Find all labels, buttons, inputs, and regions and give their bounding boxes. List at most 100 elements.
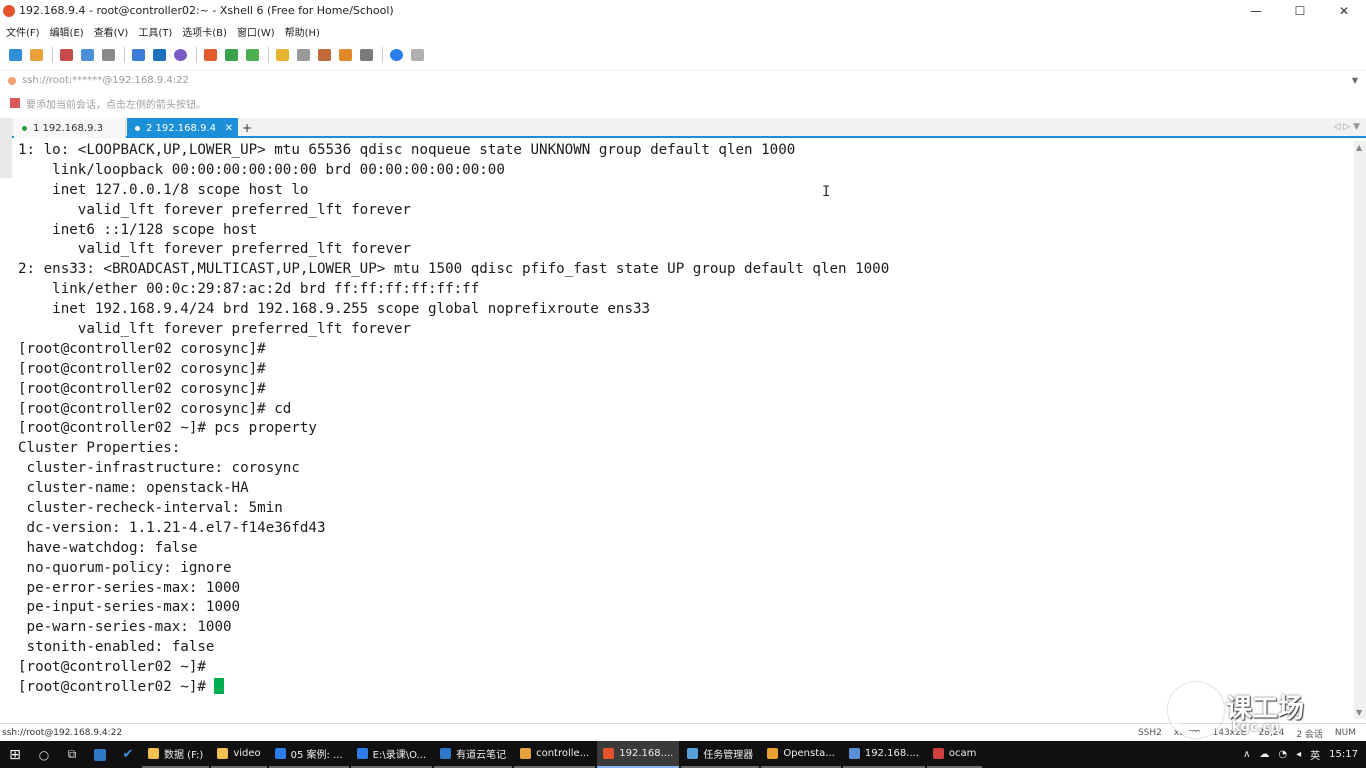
- menu-edit[interactable]: 编辑(E): [50, 24, 84, 39]
- properties-icon[interactable]: [99, 46, 117, 64]
- tab-session-2[interactable]: 2 192.168.9.4 ✕: [127, 118, 238, 138]
- address-dropdown-icon[interactable]: ▼: [1352, 76, 1358, 85]
- tab-label: 2 192.168.9.4: [146, 122, 216, 134]
- taskbar-app[interactable]: 05 案例: ...: [268, 741, 349, 768]
- tab-bar: 1 192.168.9.3 2 192.168.9.4 ✕ + ◁ ▷ ▼: [0, 118, 1366, 138]
- pinned-check-icon[interactable]: ✔: [114, 741, 142, 768]
- text-cursor-icon: I: [822, 184, 831, 200]
- terminal-line: inet 192.168.9.4/24 brd 192.168.9.255 sc…: [18, 301, 651, 318]
- clock[interactable]: 15:17: [1329, 749, 1358, 760]
- taskbar-app[interactable]: video: [211, 741, 267, 768]
- minimize-button[interactable]: —: [1234, 0, 1278, 21]
- status-protocol: SSH2: [1137, 728, 1162, 738]
- lock-icon[interactable]: [294, 46, 312, 64]
- hint-bar: 要添加当前会话，点击左侧的箭头按钮。: [0, 92, 1366, 114]
- terminal-line: have-watchdog: false: [18, 539, 198, 556]
- close-button[interactable]: ✕: [1322, 0, 1366, 21]
- toolbar-separator: [268, 47, 269, 63]
- terminal-line: [root@controller02 ~]#: [14, 678, 1352, 698]
- keyboard-icon[interactable]: [315, 46, 333, 64]
- new-session-icon[interactable]: [6, 46, 24, 64]
- menu-view[interactable]: 查看(V): [94, 24, 129, 39]
- taskbar-app-label: 05 案例: ...: [290, 750, 343, 761]
- menu-tools[interactable]: 工具(T): [138, 24, 172, 39]
- task-view-icon[interactable]: ⧉: [58, 741, 86, 768]
- xmanager-icon[interactable]: [243, 46, 261, 64]
- app-icon: [356, 748, 368, 759]
- taskbar-app[interactable]: 有道云笔记: [434, 741, 513, 768]
- status-bar: ssh://root@192.168.9.4:22 SSH2 xterm 143…: [0, 723, 1366, 741]
- input-method-icon[interactable]: 英: [1310, 747, 1320, 762]
- tab-nav-controls[interactable]: ◁ ▷ ▼: [1334, 122, 1361, 132]
- terminal-line: inet 127.0.0.1/8 scope host lo: [18, 181, 309, 198]
- status-connection: ssh://root@192.168.9.4:22: [2, 727, 123, 738]
- app-icon: [687, 748, 699, 759]
- taskbar-app[interactable]: controlle...: [514, 741, 596, 768]
- chat-icon[interactable]: [408, 46, 426, 64]
- globe-icon[interactable]: [171, 46, 189, 64]
- session-manager-strip[interactable]: [0, 118, 12, 178]
- tab-close-icon[interactable]: ✕: [225, 123, 233, 134]
- taskbar-app-label: 任务管理器: [703, 750, 754, 761]
- script-icon[interactable]: [201, 46, 219, 64]
- reconnect-icon[interactable]: [57, 46, 75, 64]
- app-icon: [520, 748, 532, 759]
- tab-session-1[interactable]: 1 192.168.9.3: [14, 118, 126, 138]
- terminal-line: [root@controller02 corosync]#: [18, 380, 266, 397]
- terminal-line: [root@controller02 corosync]#: [18, 360, 266, 377]
- disconnect-icon[interactable]: [78, 46, 96, 64]
- terminal-line: pe-error-series-max: 1000: [18, 579, 241, 596]
- taskbar-app[interactable]: 任务管理器: [681, 741, 760, 768]
- menu-tab[interactable]: 选项卡(B): [182, 24, 227, 39]
- toolbar-separator: [196, 47, 197, 63]
- terminal-line: cluster-infrastructure: corosync: [18, 460, 300, 477]
- terminal-line: stonith-enabled: false: [18, 639, 215, 656]
- scroll-up-icon[interactable]: ▲: [1356, 143, 1362, 152]
- taskbar-app-label: 192.168....: [619, 748, 674, 759]
- transfer-icon[interactable]: [150, 46, 168, 64]
- scroll-down-icon[interactable]: ▼: [1356, 708, 1362, 717]
- layout-icon[interactable]: [357, 46, 375, 64]
- taskbar-app-label: 192.168....: [864, 748, 919, 759]
- cloud-icon[interactable]: ☁: [1259, 749, 1269, 760]
- menu-file[interactable]: 文件(F): [6, 24, 40, 39]
- toolbar-separator: [52, 47, 53, 63]
- taskbar-app[interactable]: E:\录课\O...: [350, 741, 433, 768]
- taskbar-app[interactable]: 192.168....: [597, 741, 680, 768]
- menu-help[interactable]: 帮助(H): [285, 24, 320, 39]
- volume-icon[interactable]: ◂: [1296, 749, 1301, 760]
- search-icon[interactable]: ○: [30, 741, 58, 768]
- new-tab-button[interactable]: +: [240, 118, 254, 138]
- terminal-cursor: [214, 678, 225, 695]
- menu-window[interactable]: 窗口(W): [237, 24, 275, 39]
- app-icon: [603, 748, 615, 759]
- search-icon[interactable]: [129, 46, 147, 64]
- kgc-swirl-icon: [1168, 682, 1224, 738]
- app-icon: [440, 748, 452, 759]
- terminal-line: link/loopback 00:00:00:00:00:00 brd 00:0…: [18, 161, 505, 178]
- terminal-line: inet6 ::1/128 scope host: [18, 221, 258, 238]
- terminal-line: valid_lft forever preferred_lft forever: [18, 201, 411, 218]
- taskbar-app[interactable]: 数据 (F:): [142, 741, 210, 768]
- open-folder-icon[interactable]: [27, 46, 45, 64]
- windows-start-icon[interactable]: ⊞: [0, 741, 30, 768]
- wifi-icon[interactable]: ◔: [1278, 749, 1287, 760]
- terminal-line: [root@controller02 corosync]#: [18, 340, 266, 357]
- taskbar-app[interactable]: ocam: [926, 741, 983, 768]
- taskbar-app[interactable]: Opensta...: [761, 741, 841, 768]
- tray-expand-icon[interactable]: ∧: [1243, 749, 1250, 760]
- app-icon: [932, 748, 944, 759]
- toolbar: [0, 42, 1366, 68]
- compose-icon[interactable]: [336, 46, 354, 64]
- terminal-line: pe-input-series-max: 1000: [18, 599, 241, 616]
- taskbar-app[interactable]: 192.168....: [842, 741, 925, 768]
- maximize-button[interactable]: ☐: [1278, 0, 1322, 21]
- fullscreen-icon[interactable]: [273, 46, 291, 64]
- xftp-icon[interactable]: [222, 46, 240, 64]
- vertical-scrollbar[interactable]: ▲ ▼: [1354, 141, 1366, 719]
- tab-label: 1 192.168.9.3: [33, 122, 103, 134]
- pinned-app-icon[interactable]: [86, 741, 114, 768]
- address-bar[interactable]: ssh://root:******@192.168.9.4:22 ▼: [0, 70, 1366, 90]
- terminal-output[interactable]: 1: lo: <LOOPBACK,UP,LOWER_UP> mtu 65536 …: [14, 141, 1352, 719]
- help-icon[interactable]: [387, 46, 405, 64]
